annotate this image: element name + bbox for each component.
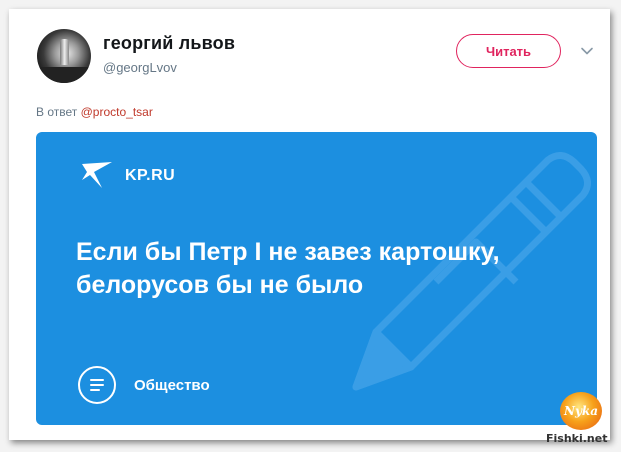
follow-button[interactable]: Читать <box>456 34 561 68</box>
kp-logo-icon <box>82 162 112 188</box>
avatar[interactable] <box>37 29 91 83</box>
author-handle[interactable]: @georgLvov <box>103 60 177 75</box>
card-brand: KP.RU <box>125 167 176 184</box>
chevron-down-icon[interactable] <box>579 43 595 59</box>
card-category: Общество <box>134 377 210 394</box>
card-headline: Если бы Петр I не завез картошку, белору… <box>76 238 500 299</box>
tweet-frame: георгий львов @georgLvov Читать В ответ … <box>9 9 610 440</box>
avatar-bottle <box>60 39 69 65</box>
reply-mention-link[interactable]: @procto_tsar <box>81 105 153 119</box>
category-menu-icon <box>78 366 116 404</box>
site-watermark: Fishki.net <box>546 432 608 445</box>
nyka-badge-logo: Nyka <box>560 392 602 430</box>
link-card[interactable]: KP.RU Если бы Петр I не завез картошку, … <box>36 132 597 425</box>
reply-context: В ответ @procto_tsar <box>36 105 153 119</box>
reply-prefix: В ответ <box>36 105 78 119</box>
author-name[interactable]: георгий львов <box>103 33 235 54</box>
avatar-table <box>37 67 91 83</box>
